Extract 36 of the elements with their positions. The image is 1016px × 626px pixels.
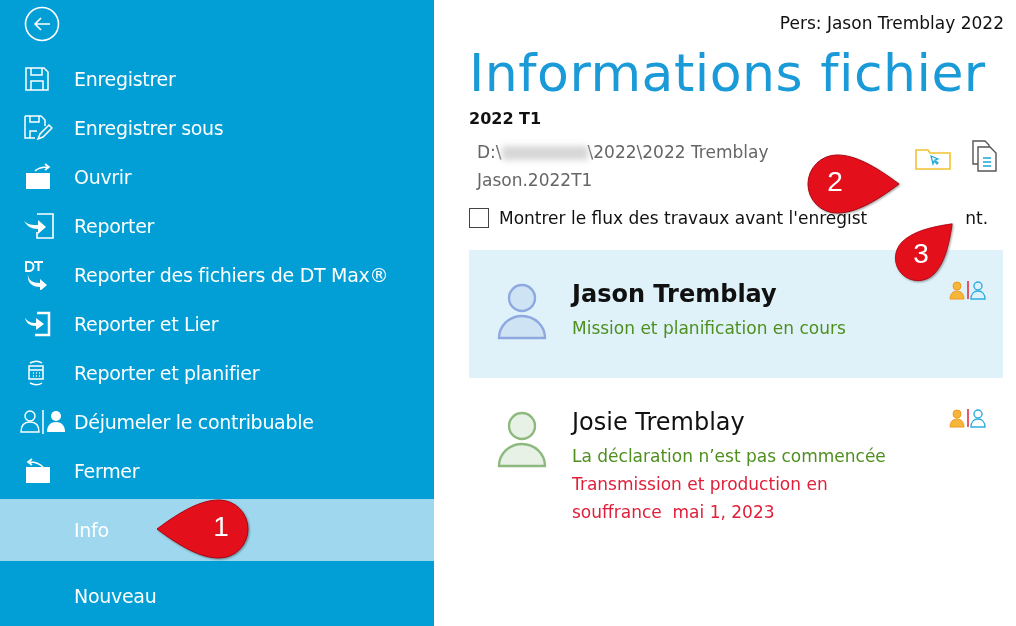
folder-cursor-icon[interactable] <box>915 146 951 170</box>
save-icon <box>23 64 51 93</box>
menu-item[interactable]: Reporter des fichiers de DT Max® <box>0 250 434 299</box>
back-icon[interactable] <box>24 6 60 42</box>
status-text: La déclaration n’est pas commencée <box>572 445 886 468</box>
file-label: 2022 T1 <box>469 109 543 128</box>
menu-item[interactable]: Enregistrer sous <box>0 103 434 152</box>
menu-item[interactable]: Déjumeler le contribuable <box>0 397 434 446</box>
person-name: Jason Tremblay <box>572 280 778 308</box>
menu-item[interactable]: Reporter <box>0 201 434 250</box>
checkbox[interactable] <box>469 208 489 228</box>
person-card[interactable]: Josie Tremblay La déclaration n’est pas commencée Transmission et production en souffrance mai 1, 2023 <box>469 378 1003 546</box>
menu-item[interactable]: Nouveau <box>0 571 434 620</box>
close-folder-icon <box>23 456 51 485</box>
menu-item[interactable]: Enregistrer <box>0 54 434 103</box>
untwin-people-icon <box>20 407 68 436</box>
page-heading: Informations fichier <box>469 43 987 103</box>
menu-item[interactable]: Reporter et Lier <box>0 299 434 348</box>
twin-people-icon[interactable] <box>949 408 987 428</box>
window-title: Pers: Jason Tremblay 2022 <box>778 12 1004 33</box>
menu-item[interactable]: Reporter et planifier <box>0 348 434 397</box>
folder-icon <box>23 162 51 191</box>
status-text: Transmission et production en souffrance mai 1, 2023 <box>572 473 829 524</box>
file-path: \2022\2022 Tremblay <box>587 141 769 164</box>
status-text: Mission et planification en cours <box>572 317 846 340</box>
callout-marker: 1 <box>155 497 251 561</box>
save-as-icon <box>23 113 53 142</box>
twin-people-icon[interactable] <box>949 280 987 300</box>
file-path: Jason.2022T1 <box>477 169 593 192</box>
import-link-icon <box>23 309 53 338</box>
import-icon <box>23 211 55 240</box>
checkbox-label: nt. <box>965 208 989 228</box>
file-path: D:\ <box>477 141 502 164</box>
person-name: Josie Tremblay <box>572 408 746 436</box>
menu-item[interactable]: Ouvrir <box>0 152 434 201</box>
menu-item[interactable]: Fermer <box>0 446 434 495</box>
